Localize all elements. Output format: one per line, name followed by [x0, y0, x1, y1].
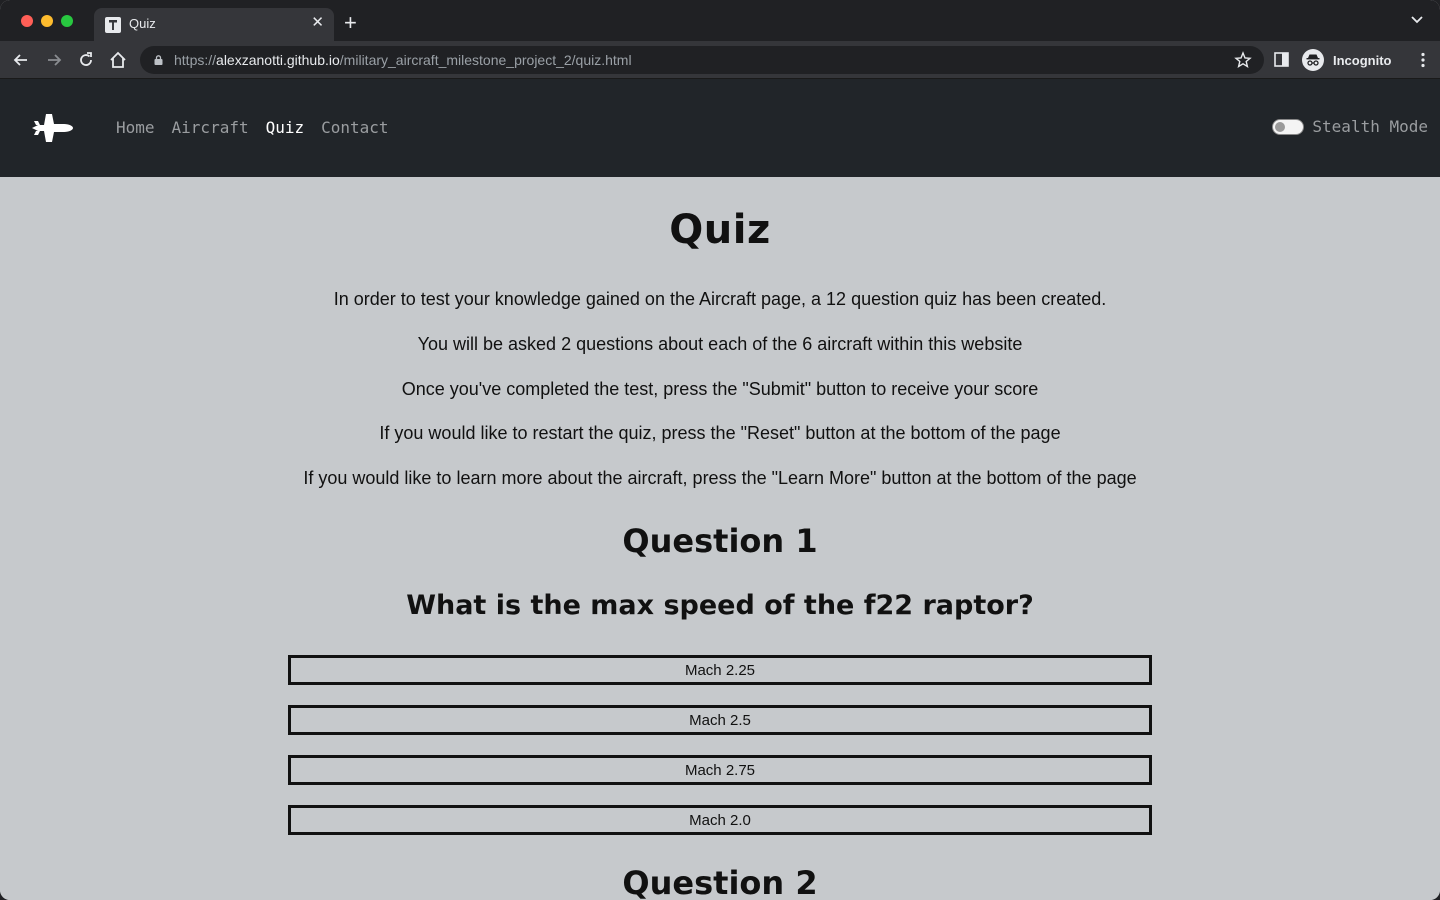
question-1-text: What is the max speed of the f22 raptor? [406, 590, 1034, 621]
nav-link-aircraft[interactable]: Aircraft [172, 117, 249, 139]
tab-close-icon[interactable]: ✕ [311, 14, 324, 32]
quiz-content: Quiz In order to test your knowledge gai… [0, 177, 1440, 900]
new-tab-button[interactable]: + [344, 12, 357, 34]
maximize-window-button[interactable] [61, 15, 73, 27]
stealth-switch[interactable] [1272, 118, 1305, 135]
nav-link-quiz[interactable]: Quiz [266, 117, 305, 139]
url-text: https://alexzanotti.github.io/military_a… [174, 52, 632, 68]
browser-tab-quiz[interactable]: Quiz ✕ [94, 8, 334, 41]
close-window-button[interactable] [21, 15, 33, 27]
nav-link-contact[interactable]: Contact [321, 117, 388, 139]
intro-paragraph-4: If you would like to restart the quiz, p… [379, 423, 1061, 443]
answer-button-2[interactable]: Mach 2.5 [288, 705, 1152, 735]
stealth-mode-toggle[interactable]: Stealth Mode [1272, 117, 1428, 136]
browser-window: Quiz ✕ + https://alexzanotti.github.io/m… [0, 0, 1440, 900]
tab-title: Quiz [129, 16, 156, 31]
page-title: Quiz [669, 207, 771, 253]
answer-button-4[interactable]: Mach 2.0 [288, 805, 1152, 835]
bookmark-star-icon[interactable] [1234, 51, 1252, 69]
url-host: alexzanotti.github.io [216, 52, 340, 68]
browser-menu-icon[interactable] [1420, 52, 1426, 68]
answer-button-1[interactable]: Mach 2.25 [288, 655, 1152, 685]
forward-arrow-icon[interactable] [44, 50, 64, 70]
answer-button-3[interactable]: Mach 2.75 [288, 755, 1152, 785]
tab-strip: Quiz ✕ + [0, 0, 1440, 41]
reload-icon[interactable] [76, 50, 96, 70]
intro-paragraph-3: Once you've completed the test, press th… [401, 379, 1039, 399]
intro-paragraph-1: In order to test your knowledge gained o… [333, 289, 1107, 309]
address-bar[interactable]: https://alexzanotti.github.io/military_a… [140, 46, 1264, 74]
side-panel-icon[interactable] [1274, 52, 1289, 67]
fighter-jet-logo-icon[interactable] [30, 111, 74, 145]
url-scheme: https:// [174, 52, 217, 68]
tab-search-chevron-icon[interactable] [1410, 13, 1424, 27]
lock-icon[interactable] [154, 55, 163, 65]
intro-paragraph-5: If you would like to learn more about th… [303, 468, 1137, 488]
site-navbar: Home Aircraft Quiz Contact Stealth Mode [0, 79, 1440, 177]
back-arrow-icon[interactable] [11, 50, 31, 70]
question-2-heading: Question 2 [622, 864, 818, 900]
browser-toolbar: https://alexzanotti.github.io/military_a… [0, 41, 1440, 79]
incognito-icon [1302, 49, 1324, 71]
profile-label: Incognito [1333, 52, 1392, 68]
incognito-profile-button[interactable]: Incognito [1302, 48, 1392, 72]
switch-knob [1275, 121, 1286, 132]
url-path: /military_aircraft_milestone_project_2/q… [339, 52, 632, 68]
question-1-heading: Question 1 [622, 522, 818, 560]
nav-links: Home Aircraft Quiz Contact [116, 117, 406, 139]
stealth-mode-label: Stealth Mode [1312, 117, 1428, 136]
minimize-window-button[interactable] [41, 15, 53, 27]
favicon-icon [105, 17, 121, 33]
intro-paragraph-2: You will be asked 2 questions about each… [417, 334, 1023, 354]
nav-link-home[interactable]: Home [116, 117, 155, 139]
home-icon[interactable] [108, 50, 128, 70]
